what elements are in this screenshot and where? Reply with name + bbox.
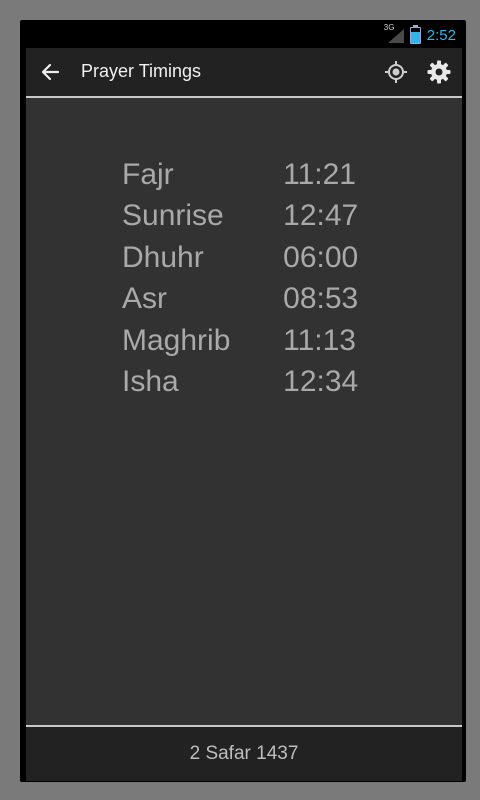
settings-button[interactable] <box>426 59 452 85</box>
prayer-name: Asr <box>122 282 167 316</box>
prayer-row-dhuhr: Dhuhr 06:00 <box>122 237 382 279</box>
prayer-time: 08:53 <box>283 282 359 316</box>
status-clock: 2:52 <box>426 26 456 44</box>
prayer-time: 12:47 <box>283 199 359 233</box>
gps-location-icon <box>385 61 407 83</box>
prayer-row-sunrise: Sunrise 12:47 <box>122 196 382 238</box>
prayer-times-list: Fajr 11:21 Sunrise 12:47 Dhuhr 06:00 Asr… <box>122 154 382 403</box>
prayer-time: 12:34 <box>283 365 359 399</box>
prayer-row-fajr: Fajr 11:21 <box>122 154 382 196</box>
prayer-time: 11:21 <box>283 157 356 191</box>
prayer-name: Maghrib <box>122 323 231 357</box>
prayer-time: 06:00 <box>283 240 359 274</box>
back-button[interactable] <box>38 60 64 84</box>
prayer-time: 11:13 <box>283 323 356 357</box>
prayer-times-panel: Fajr 11:21 Sunrise 12:47 Dhuhr 06:00 Asr… <box>26 98 462 725</box>
prayer-name: Sunrise <box>122 199 224 233</box>
prayer-name: Fajr <box>122 157 174 191</box>
prayer-name: Dhuhr <box>122 240 204 274</box>
prayer-row-maghrib: Maghrib 11:13 <box>122 320 382 362</box>
page-title: Prayer Timings <box>81 61 202 81</box>
prayer-row-isha: Isha 12:34 <box>122 362 382 404</box>
status-bar: 3G 2:52 <box>20 22 464 48</box>
footer-bar: 2 Safar 1437 <box>26 725 462 781</box>
arrow-left-icon <box>41 63 60 81</box>
hijri-date: 2 Safar 1437 <box>189 743 299 764</box>
gear-icon <box>427 60 451 84</box>
signal-icon: 3G <box>384 23 404 43</box>
prayer-name: Isha <box>122 365 179 399</box>
location-button[interactable] <box>383 59 409 85</box>
battery-icon <box>409 24 421 44</box>
prayer-row-asr: Asr 08:53 <box>122 279 382 321</box>
status-icons: 3G 2:52 <box>384 23 456 45</box>
action-bar: Prayer Timings <box>26 48 462 98</box>
